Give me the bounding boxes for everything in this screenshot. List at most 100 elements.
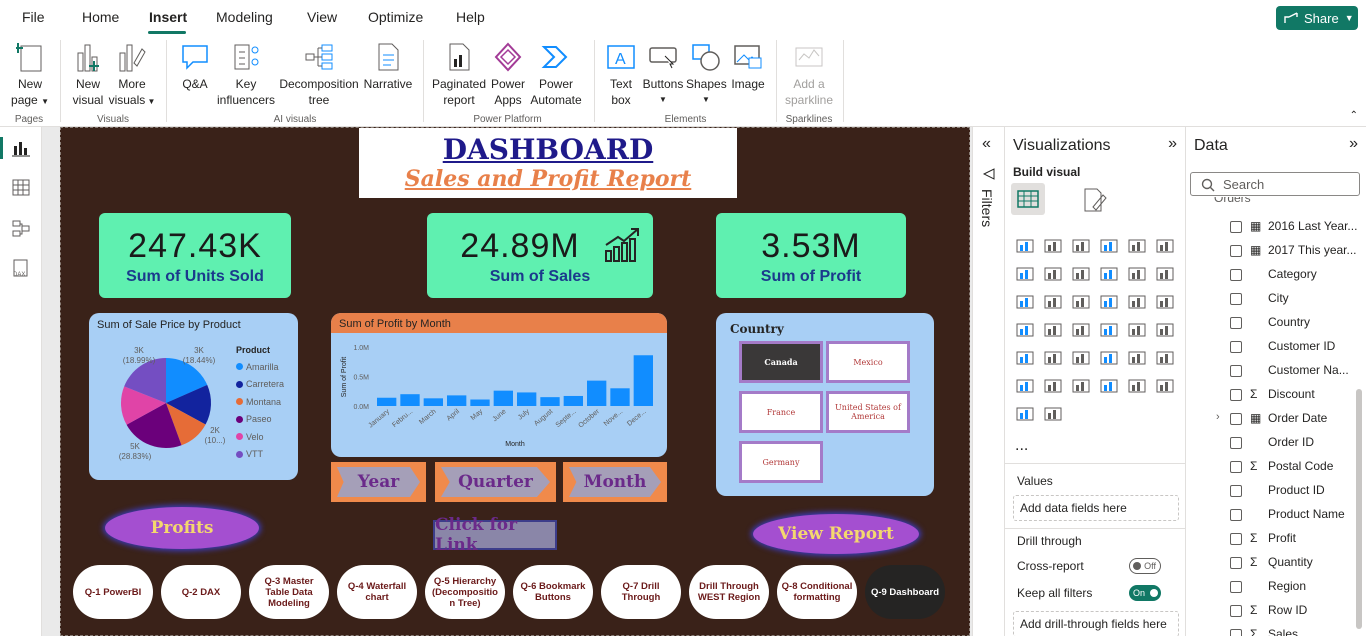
table-name-orders[interactable]: Orders: [1214, 197, 1251, 205]
cross-report-toggle[interactable]: Off: [1129, 558, 1161, 574]
field-checkbox[interactable]: [1230, 269, 1242, 281]
kpi-card-profit[interactable]: 3.53M Sum of Profit: [716, 213, 906, 298]
country-tile-france[interactable]: France: [739, 391, 823, 433]
qa-button[interactable]: Q&A: [177, 40, 213, 92]
field-name[interactable]: Sales: [1268, 627, 1298, 636]
ribbon-icon[interactable]: [1099, 265, 1119, 283]
bar-chart-panel[interactable]: Sum of Profit by Month Sum of Profit 0.0M…: [331, 313, 667, 457]
legend-item[interactable]: Amarilla: [236, 358, 284, 376]
table-view-icon[interactable]: [11, 179, 31, 197]
menu-view[interactable]: View: [307, 9, 337, 25]
country-slicer[interactable]: Country Canada Mexico France United Stat…: [716, 313, 934, 496]
pie-icon[interactable]: [1043, 293, 1063, 311]
card-icon[interactable]: [1071, 321, 1091, 339]
more-visuals-button[interactable]: More visuals ▼: [108, 40, 156, 110]
field-name[interactable]: Profit: [1268, 531, 1296, 545]
donut-icon[interactable]: [1071, 293, 1091, 311]
legend-item[interactable]: Carretera: [236, 376, 284, 394]
new-visual-button[interactable]: New visual: [70, 40, 106, 108]
menu-file[interactable]: File: [22, 9, 45, 25]
field-name[interactable]: Customer ID: [1268, 339, 1335, 353]
format-visual-icon[interactable]: [1081, 187, 1109, 213]
field-name[interactable]: Product ID: [1268, 483, 1325, 497]
field-name[interactable]: 2017 This year...: [1268, 243, 1357, 257]
stacked-column-icon[interactable]: [1043, 237, 1063, 255]
field-checkbox[interactable]: [1230, 365, 1242, 377]
narrative-button[interactable]: Narrative: [362, 40, 414, 92]
image-button[interactable]: Image: [728, 40, 768, 92]
filters-pane-collapsed[interactable]: « Filters: [972, 127, 1005, 636]
nav-q1-powerbi[interactable]: Q-1 PowerBI: [73, 565, 153, 619]
profits-button[interactable]: Profits: [105, 507, 259, 549]
field-checkbox[interactable]: [1230, 317, 1242, 329]
menu-home[interactable]: Home: [82, 9, 119, 25]
narrative-icon[interactable]: [1043, 377, 1063, 395]
share-button[interactable]: Share ▼: [1276, 6, 1358, 30]
field-name[interactable]: Product Name: [1268, 507, 1345, 521]
decomposition-tree-button[interactable]: Decomposition tree: [278, 40, 360, 108]
paginated-icon[interactable]: [1071, 377, 1091, 395]
kpi-card-sales[interactable]: 24.89M Sum of Sales: [427, 213, 653, 298]
100-bar-icon[interactable]: [1127, 237, 1147, 255]
field-checkbox[interactable]: [1230, 389, 1242, 401]
field-checkbox[interactable]: [1230, 533, 1242, 545]
decomposition-tree-icon[interactable]: [1155, 349, 1175, 367]
r-visual-icon[interactable]: [1071, 349, 1091, 367]
drill-through-drop-well[interactable]: Add drill-through fields here: [1013, 611, 1179, 636]
add-sparkline-button[interactable]: Add a sparkline: [783, 40, 835, 108]
kpi-icon[interactable]: [1127, 321, 1147, 339]
power-automate-icon[interactable]: [1155, 377, 1175, 395]
field-checkbox[interactable]: [1230, 485, 1242, 497]
funnel-icon[interactable]: [1155, 265, 1175, 283]
100-column-icon[interactable]: [1155, 237, 1175, 255]
paginated-report-button[interactable]: Paginated report: [431, 40, 487, 108]
field-name[interactable]: Customer Na...: [1268, 363, 1349, 377]
nav-drill-through-west[interactable]: Drill Through WEST Region: [689, 565, 769, 619]
field-checkbox[interactable]: [1230, 245, 1242, 257]
map-icon[interactable]: [1127, 293, 1147, 311]
field-name[interactable]: Quantity: [1268, 555, 1313, 569]
field-checkbox[interactable]: [1230, 629, 1242, 636]
power-apps-icon[interactable]: [1127, 377, 1147, 395]
field-name[interactable]: 2016 Last Year...: [1268, 219, 1357, 233]
legend-item[interactable]: Paseo: [236, 411, 284, 429]
stacked-bar-icon[interactable]: [1015, 237, 1035, 255]
treemap-icon[interactable]: [1099, 293, 1119, 311]
multi-row-card-icon[interactable]: [1099, 321, 1119, 339]
bar-january[interactable]: [377, 397, 397, 406]
field-checkbox[interactable]: [1230, 221, 1242, 233]
bar-may[interactable]: [470, 399, 490, 406]
keep-filters-toggle[interactable]: On: [1129, 585, 1161, 601]
field-name[interactable]: City: [1268, 291, 1289, 305]
key-influencers-button[interactable]: Key influencers: [216, 40, 276, 108]
build-visual-tab[interactable]: [1011, 183, 1045, 215]
menu-insert[interactable]: Insert: [149, 9, 187, 25]
clustered-column-icon[interactable]: [1099, 237, 1119, 255]
shapes-button[interactable]: Shapes ▼: [686, 40, 727, 108]
segment-year-button[interactable]: Year: [331, 462, 426, 502]
area-icon[interactable]: [1043, 265, 1063, 283]
stacked-area-icon[interactable]: [1071, 265, 1091, 283]
field-checkbox[interactable]: [1230, 293, 1242, 305]
bar-april[interactable]: [447, 395, 467, 406]
bar-septe[interactable]: [563, 395, 583, 406]
table-icon[interactable]: [1015, 349, 1035, 367]
menu-modeling[interactable]: Modeling: [216, 9, 273, 25]
click-for-link-button[interactable]: Click for Link: [433, 515, 557, 555]
nav-q2-dax[interactable]: Q-2 DAX: [161, 565, 241, 619]
bar-july[interactable]: [517, 392, 537, 406]
bar-nove[interactable]: [610, 388, 630, 406]
report-view-icon[interactable]: [11, 139, 31, 157]
nav-q5-hierarchy[interactable]: Q-5 Hierarchy (Decompositio n Tree): [425, 565, 505, 619]
python-visual-icon[interactable]: [1099, 349, 1119, 367]
legend-item[interactable]: Montana: [236, 393, 284, 411]
field-checkbox[interactable]: [1230, 581, 1242, 593]
view-report-button[interactable]: View Report: [753, 514, 919, 554]
menu-help[interactable]: Help: [456, 9, 485, 25]
segment-quarter-button[interactable]: Quarter: [435, 462, 556, 502]
field-name[interactable]: Region: [1268, 579, 1306, 593]
data-search-input[interactable]: Search: [1190, 172, 1360, 196]
field-checkbox[interactable]: [1230, 509, 1242, 521]
field-name[interactable]: Category: [1268, 267, 1317, 281]
menu-optimize[interactable]: Optimize: [368, 9, 423, 25]
